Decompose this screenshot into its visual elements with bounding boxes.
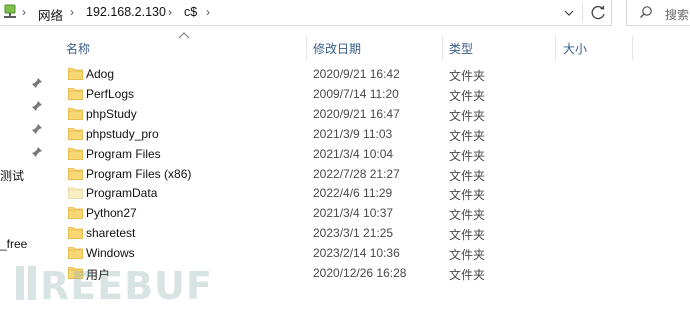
file-modified-date: 2021/3/4 10:37 [313, 206, 394, 221]
sort-ascending-icon [178, 32, 190, 39]
file-modified-date: 2022/4/6 11:29 [313, 186, 393, 201]
file-row[interactable]: Program Files (x86) 2022/7/28 21:27 文件夹 [60, 164, 620, 184]
file-name: Program Files (x86) [86, 166, 192, 181]
file-name: Program Files [86, 146, 161, 161]
file-modified-date: 2021/3/9 11:03 [313, 126, 393, 141]
folder-icon [68, 87, 83, 100]
file-type: 文件夹 [449, 168, 486, 183]
file-row[interactable]: Windows 2023/2/14 10:36 文件夹 [60, 243, 620, 263]
file-type: 文件夹 [449, 69, 486, 83]
file-type: 文件夹 [449, 148, 486, 163]
folder-icon [68, 227, 83, 240]
column-divider[interactable] [555, 36, 556, 60]
file-type: 文件夹 [449, 128, 486, 143]
folder-icon [68, 107, 83, 120]
file-modified-date: 2009/7/14 11:20 [313, 86, 399, 101]
address-history-dropdown-icon[interactable] [560, 4, 578, 22]
network-icon [4, 4, 16, 18]
file-type: 文件夹 [449, 208, 486, 223]
file-type: 文件夹 [449, 88, 486, 103]
column-header-modified[interactable]: 修改日期 [313, 40, 361, 57]
chevron-right-icon[interactable]: › [206, 5, 210, 19]
file-name: ProgramData [86, 186, 158, 201]
pin-icon[interactable] [31, 146, 43, 158]
file-type: 文件夹 [449, 248, 486, 263]
folder-icon [68, 207, 83, 220]
column-header-size[interactable]: 大小 [563, 40, 587, 57]
nav-item-label[interactable]: _free [0, 237, 27, 251]
folder-icon [68, 147, 83, 160]
file-row[interactable]: PerfLogs 2009/7/14 11:20 文件夹 [60, 84, 620, 104]
folder-icon [68, 247, 83, 259]
file-modified-date: 2023/2/14 10:36 [313, 246, 400, 261]
pin-icon[interactable] [31, 123, 43, 135]
file-name: Adog [86, 67, 115, 81]
column-divider[interactable] [306, 36, 307, 60]
breadcrumb-share[interactable]: c$ [184, 5, 197, 19]
file-row[interactable]: sharetest 2023/3/1 21:25 文件夹 [60, 223, 620, 243]
file-modified-date: 2022/7/28 21:27 [313, 166, 400, 181]
pin-icon[interactable] [31, 77, 43, 89]
file-modified-date: 2021/3/4 10:04 [313, 146, 394, 161]
svg-text:REEBUF: REEBUF [40, 264, 213, 304]
column-header-name[interactable]: 名称 [66, 40, 90, 57]
refresh-icon[interactable] [588, 3, 610, 23]
file-row[interactable]: phpStudy 2020/9/21 16:47 文件夹 [60, 104, 620, 124]
file-modified-date: 2020/9/21 16:42 [313, 67, 400, 81]
pin-icon[interactable] [31, 100, 43, 112]
file-type: 文件夹 [449, 188, 486, 203]
folder-icon [68, 167, 83, 180]
file-name: PerfLogs [86, 86, 135, 101]
chevron-right-icon[interactable]: › [70, 5, 74, 19]
search-icon [640, 6, 652, 18]
folder-icon [68, 68, 83, 80]
column-divider[interactable] [632, 36, 633, 60]
chevron-right-icon[interactable]: › [168, 5, 172, 19]
file-name: sharetest [86, 226, 136, 241]
file-row[interactable]: Program Files 2021/3/4 10:04 文件夹 [60, 144, 620, 164]
nav-item-label[interactable]: 测试 [0, 167, 24, 184]
file-name: Windows [86, 246, 135, 261]
file-name: Python27 [86, 206, 137, 221]
file-modified-date: 2020/12/26 16:28 [313, 266, 407, 280]
file-type: 文件夹 [449, 228, 486, 243]
file-type: 文件夹 [449, 268, 486, 282]
chevron-right-icon: › [22, 5, 26, 19]
file-row[interactable]: Adog 2020/9/21 16:42 文件夹 [60, 64, 620, 84]
file-modified-date: 2023/3/1 21:25 [313, 226, 394, 241]
breadcrumb-host[interactable]: 192.168.2.130 [86, 5, 166, 19]
file-row[interactable]: phpstudy_pro 2021/3/9 11:03 文件夹 [60, 124, 620, 144]
search-input[interactable]: 搜索 [626, 0, 690, 26]
breadcrumb-network[interactable]: 网络 [38, 5, 63, 24]
file-name: phpStudy [86, 106, 137, 121]
freebuf-watermark: REEBUF [16, 264, 213, 304]
file-type: 文件夹 [449, 108, 486, 123]
column-header-type[interactable]: 类型 [449, 40, 473, 57]
address-divider [582, 4, 583, 22]
search-placeholder: 搜索 [665, 8, 690, 22]
file-row[interactable]: Python27 2021/3/4 10:37 文件夹 [60, 203, 620, 223]
column-divider[interactable] [442, 36, 443, 60]
folder-icon [68, 127, 83, 140]
file-row[interactable]: ProgramData 2022/4/6 11:29 文件夹 [60, 183, 620, 203]
file-modified-date: 2020/9/21 16:47 [313, 106, 400, 121]
folder-hidden-icon [68, 187, 83, 200]
address-bar[interactable]: › 网络 › 192.168.2.130 › c$ › [0, 0, 612, 26]
file-name: phpstudy_pro [86, 126, 159, 141]
